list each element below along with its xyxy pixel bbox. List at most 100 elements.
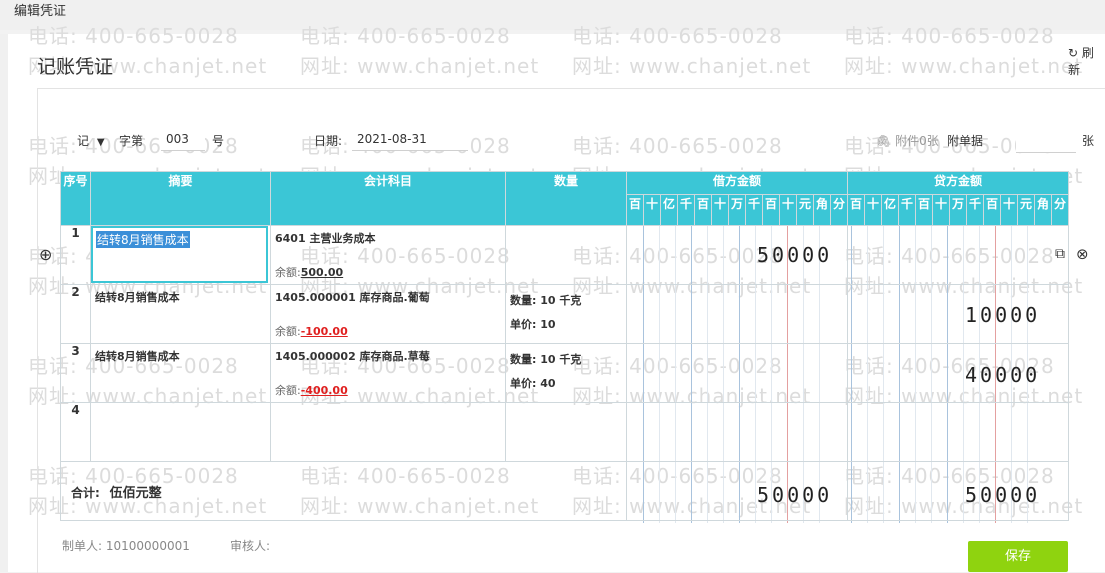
account-cell[interactable]: 1405.000001 库存商品.葡萄 余额:-100.00 bbox=[270, 284, 506, 344]
col-header-seq: 序号 bbox=[60, 171, 91, 226]
page-title: 记账凭证 bbox=[37, 56, 114, 78]
copy-row-icon[interactable]: ⧉ bbox=[1055, 246, 1065, 262]
account-cell[interactable]: 6401 主营业务成本 余额:500.00 bbox=[270, 225, 506, 285]
digit-header: 百 bbox=[694, 194, 712, 226]
digit-header: 十 bbox=[1000, 194, 1018, 226]
quantity-text: 数量: 10 千克 bbox=[510, 294, 582, 307]
digit-header: 百 bbox=[983, 194, 1001, 226]
balance-label: 余额: bbox=[275, 266, 301, 279]
summary-selected-text: 结转8月销售成本 bbox=[96, 231, 190, 248]
balance-label: 余额: bbox=[275, 325, 301, 338]
account-name: 1405.000002 库存商品.草莓 bbox=[275, 350, 430, 363]
refresh-button[interactable]: ↻ 刷新 bbox=[1068, 44, 1105, 78]
col-header-quantity: 数量 bbox=[505, 171, 627, 226]
date-input[interactable]: 2021-08-31 bbox=[352, 125, 468, 151]
balance-label: 余额: bbox=[275, 384, 301, 397]
attach-doc-label: 附单据 bbox=[947, 134, 984, 148]
balance-info: 余额:500.00 bbox=[275, 264, 343, 280]
account-cell[interactable]: 1405.000002 库存商品.草莓 余额:-400.00 bbox=[270, 343, 506, 403]
quantity-cell[interactable]: 数量: 10 千克 单价: 10 bbox=[505, 284, 627, 344]
price-text: 单价: 40 bbox=[510, 377, 556, 390]
quantity-cell[interactable] bbox=[505, 402, 627, 462]
balance-value: -400.00 bbox=[300, 384, 348, 397]
digit-header: 十 bbox=[711, 194, 729, 226]
digit-header: 十 bbox=[643, 194, 661, 226]
number-suffix: 号 bbox=[212, 134, 225, 148]
chevron-down-icon: ▼ bbox=[96, 137, 105, 148]
digit-header: 角 bbox=[813, 194, 831, 226]
date-value: 2021-08-31 bbox=[357, 132, 427, 146]
digit-header: 十 bbox=[864, 194, 882, 226]
digit-header: 千 bbox=[898, 194, 916, 226]
save-button[interactable]: 保存 bbox=[968, 541, 1068, 572]
summary-cell[interactable]: 结转8月销售成本 bbox=[90, 284, 271, 344]
table-row: 4 bbox=[60, 402, 1069, 462]
row-number: 1 bbox=[60, 225, 91, 285]
digit-header: 千 bbox=[745, 194, 763, 226]
digit-header: 百 bbox=[847, 194, 865, 226]
digit-header: 元 bbox=[1017, 194, 1035, 226]
account-name: 6401 主营业务成本 bbox=[275, 232, 376, 245]
maker-label: 制单人: bbox=[62, 539, 103, 553]
voucher-type-select[interactable]: 记 ▼ bbox=[77, 132, 105, 149]
account-cell[interactable] bbox=[270, 402, 506, 462]
quantity-cell[interactable]: 数量: 10 千克 单价: 40 bbox=[505, 343, 627, 403]
col-header-account: 会计科目 bbox=[270, 171, 506, 226]
left-gutter bbox=[0, 34, 8, 572]
digit-header: 元 bbox=[796, 194, 814, 226]
balance-value: 500.00 bbox=[300, 266, 344, 279]
digit-header: 百 bbox=[626, 194, 644, 226]
date-label: 日期: bbox=[314, 134, 343, 148]
total-credit-amount: 50000 bbox=[965, 483, 1041, 507]
row-number: 4 bbox=[60, 402, 91, 462]
refresh-icon: ↻ bbox=[1068, 46, 1079, 60]
add-row-icon[interactable]: ⊕ bbox=[39, 245, 52, 264]
summary-text: 结转8月销售成本 bbox=[95, 350, 180, 363]
voucher-number-value: 003 bbox=[166, 132, 189, 146]
paperclip-icon: 🖇 bbox=[876, 134, 892, 148]
attachment-link[interactable]: 🖇 附件0张 bbox=[876, 132, 939, 149]
debit-amount: 50000 bbox=[757, 243, 833, 267]
debit-cell[interactable] bbox=[626, 402, 848, 462]
table-row: 3 结转8月销售成本 1405.000002 库存商品.草莓 余额:-400.0… bbox=[60, 343, 1069, 403]
total-label-cell: 合计: 伍佰元整 bbox=[60, 461, 627, 521]
summary-edit-input[interactable]: 结转8月销售成本 bbox=[91, 226, 268, 283]
summary-cell[interactable] bbox=[90, 402, 271, 462]
credit-amount: 10000 bbox=[965, 303, 1041, 327]
summary-cell[interactable]: 结转8月销售成本 bbox=[90, 343, 271, 403]
col-header-debit: 借方金额 bbox=[626, 170, 848, 196]
row-number: 2 bbox=[60, 284, 91, 344]
quantity-cell[interactable] bbox=[505, 225, 627, 285]
credit-cell[interactable] bbox=[847, 225, 1069, 285]
digit-header: 千 bbox=[677, 194, 695, 226]
summary-text: 结转8月销售成本 bbox=[95, 291, 180, 304]
total-row: 合计: 伍佰元整 bbox=[60, 461, 1069, 521]
digit-header: 亿 bbox=[881, 194, 899, 226]
attach-doc-input[interactable] bbox=[1016, 128, 1076, 153]
delete-row-icon[interactable]: ⊗ bbox=[1076, 245, 1089, 263]
voucher-number-input[interactable]: 003 bbox=[161, 125, 205, 151]
attach-unit: 张 bbox=[1082, 134, 1095, 148]
credit-cell[interactable] bbox=[847, 402, 1069, 462]
digit-header: 千 bbox=[966, 194, 984, 226]
balance-info: 余额:-400.00 bbox=[275, 382, 348, 398]
total-in-words: 伍佰元整 bbox=[109, 485, 162, 501]
digit-header: 亿 bbox=[660, 194, 678, 226]
digit-header: 十 bbox=[779, 194, 797, 226]
total-debit-amount: 50000 bbox=[757, 483, 833, 507]
balance-value: -100.00 bbox=[300, 325, 348, 338]
reviewer-label: 审核人: bbox=[230, 539, 271, 553]
account-name: 1405.000001 库存商品.葡萄 bbox=[275, 291, 430, 304]
row-number: 3 bbox=[60, 343, 91, 403]
voucher-table: 序号 摘要 会计科目 数量 借方金额 贷方金额 百 十 亿 千 百 十 万 千 … bbox=[60, 170, 1069, 521]
debit-cell[interactable] bbox=[626, 284, 848, 344]
digit-header: 分 bbox=[830, 194, 848, 226]
credit-amount: 40000 bbox=[965, 363, 1041, 387]
maker-info: 制单人: 10100000001 bbox=[62, 537, 190, 554]
total-label: 合计: bbox=[71, 485, 100, 500]
debit-cell[interactable] bbox=[626, 343, 848, 403]
digit-header: 十 bbox=[932, 194, 950, 226]
digit-header: 分 bbox=[1051, 194, 1069, 226]
col-header-credit: 贷方金额 bbox=[847, 170, 1069, 196]
digit-header: 百 bbox=[915, 194, 933, 226]
